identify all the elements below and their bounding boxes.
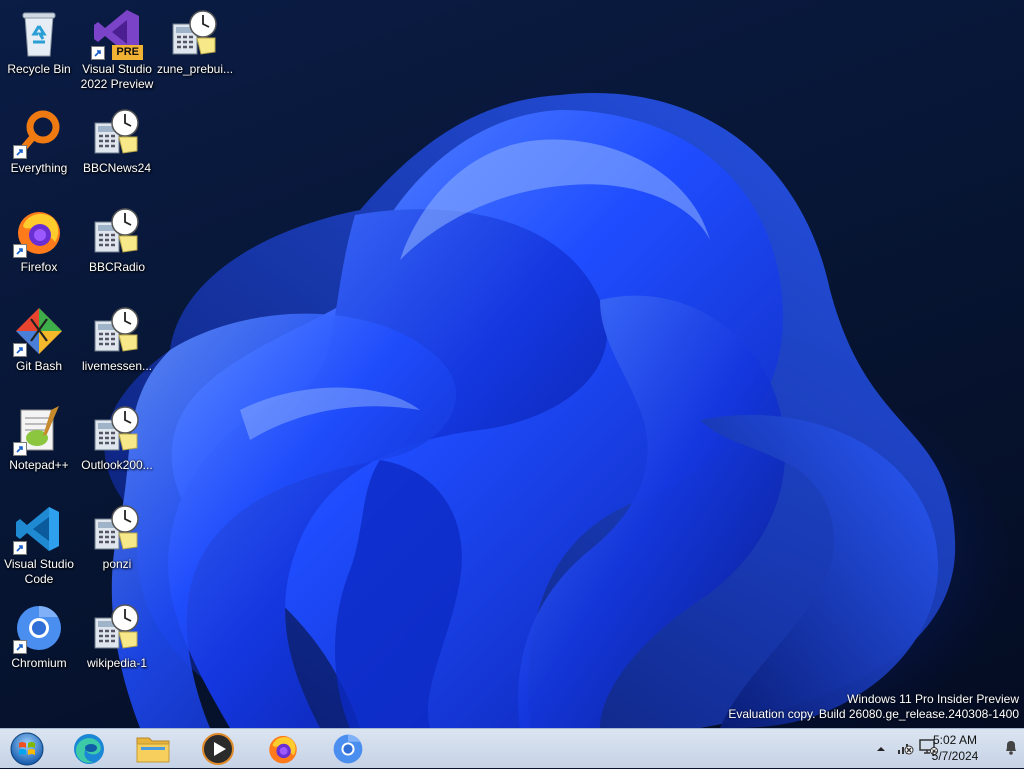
watermark-line-2: Evaluation copy. Build 26080.ge_release.… [728, 707, 1019, 721]
desktop-icon-label: BBCRadio [88, 260, 146, 274]
desktop-icon-label: Chromium [11, 656, 67, 670]
desktop-icon-wikipedia-1[interactable]: wikipedia-1 [75, 598, 159, 690]
start-button[interactable] [0, 730, 54, 768]
shortcut-arrow-icon [13, 244, 27, 258]
desktop-icon-bbcradio[interactable]: BBCRadio [75, 202, 159, 294]
shortcut-arrow-icon [91, 46, 105, 60]
desktop-icon-label: Everything [10, 161, 68, 175]
calculator-clock-icon [91, 602, 143, 654]
notepadpp-icon [13, 404, 65, 456]
desktop[interactable]: Recycle Bin Everything Firefox Git Bash … [0, 0, 1024, 728]
desktop-icon-label: ponzi [102, 557, 132, 571]
desktop-icon-recycle-bin[interactable]: Recycle Bin [0, 4, 81, 96]
desktop-icon-bbcnews24[interactable]: BBCNews24 [75, 103, 159, 195]
notification-bell-icon[interactable] [1002, 738, 1020, 761]
desktop-icon-ponzi[interactable]: ponzi [75, 499, 159, 591]
folder-icon [136, 737, 170, 763]
desktop-icon-label: Firefox [20, 260, 58, 274]
shortcut-arrow-icon [13, 343, 27, 357]
desktop-icon-label: BBCNews24 [82, 161, 152, 175]
desktop-icon-everything[interactable]: Everything [0, 103, 81, 195]
calculator-clock-icon [91, 503, 143, 555]
shortcut-arrow-icon [13, 541, 27, 555]
taskbar-media-player-button[interactable] [191, 730, 245, 768]
vscode-icon [13, 503, 65, 555]
desktop-icon-chromium[interactable]: Chromium [0, 598, 81, 690]
desktop-icon-label: Recycle Bin [7, 62, 71, 76]
watermark-line-1: Windows 11 Pro Insider Preview [847, 692, 1019, 706]
clock-time: 5:02 AM [932, 733, 978, 747]
calculator-clock-icon [169, 8, 221, 60]
git-icon [13, 305, 65, 357]
desktop-icon-label: Notepad++ [9, 458, 69, 472]
desktop-icon-label: zune_prebui... [156, 62, 234, 76]
edge-icon [74, 734, 104, 764]
calculator-clock-icon [91, 107, 143, 159]
taskbar-file-explorer-button[interactable] [126, 730, 180, 768]
desktop-icon-livemessen[interactable]: livemessen... [75, 301, 159, 393]
visual-studio-icon: PRE [91, 8, 143, 60]
desktop-icon-git-bash[interactable]: Git Bash [0, 301, 81, 393]
desktop-icon-label: Outlook200... [81, 458, 153, 472]
desktop-icon-vscode[interactable]: Visual Studio Code [0, 499, 81, 591]
desktop-icon-label: livemessen... [81, 359, 153, 373]
shortcut-arrow-icon [13, 442, 27, 456]
calculator-clock-icon [91, 404, 143, 456]
desktop-icon-visual-studio-2022-preview[interactable]: PRE Visual Studio 2022 Preview [75, 4, 159, 96]
show-hidden-icons-chevron-icon[interactable] [876, 741, 886, 759]
calculator-clock-icon [91, 305, 143, 357]
chromium-icon [13, 602, 65, 654]
firefox-icon [269, 735, 297, 764]
desktop-icon-label: wikipedia-1 [86, 656, 148, 670]
desktop-icon-label: Git Bash [15, 359, 63, 373]
evaluation-watermark: Windows 11 Pro Insider Preview Evaluatio… [728, 692, 1019, 722]
shortcut-arrow-icon [13, 145, 27, 159]
taskbar-edge-button[interactable] [62, 730, 116, 768]
firefox-icon [13, 206, 65, 258]
windows-start-orb-icon [10, 732, 44, 766]
desktop-icon-firefox[interactable]: Firefox [0, 202, 81, 294]
chromium-icon [333, 734, 363, 764]
preview-badge: PRE [112, 45, 143, 60]
desktop-icon-outlook200[interactable]: Outlook200... [75, 400, 159, 492]
clock-date: 5/7/2024 [931, 749, 979, 763]
taskbar: 5:02 AM 5/7/2024 [0, 728, 1024, 768]
taskbar-firefox-button[interactable] [256, 730, 310, 768]
network-disconnected-icon[interactable] [896, 738, 914, 761]
taskbar-chromium-button[interactable] [321, 730, 375, 768]
shortcut-arrow-icon [13, 640, 27, 654]
calculator-clock-icon [91, 206, 143, 258]
media-player-icon [202, 733, 234, 765]
recycle-bin-icon [13, 8, 65, 60]
desktop-icon-notepadpp[interactable]: Notepad++ [0, 400, 81, 492]
desktop-icon-label: Visual Studio 2022 Preview [80, 62, 154, 91]
desktop-icon-zune-prebui[interactable]: zune_prebui... [153, 4, 237, 96]
everything-search-icon [13, 107, 65, 159]
desktop-icon-label: Visual Studio Code [4, 557, 74, 586]
taskbar-clock[interactable]: 5:02 AM 5/7/2024 [922, 732, 988, 764]
system-tray: 5:02 AM 5/7/2024 [864, 729, 1024, 769]
